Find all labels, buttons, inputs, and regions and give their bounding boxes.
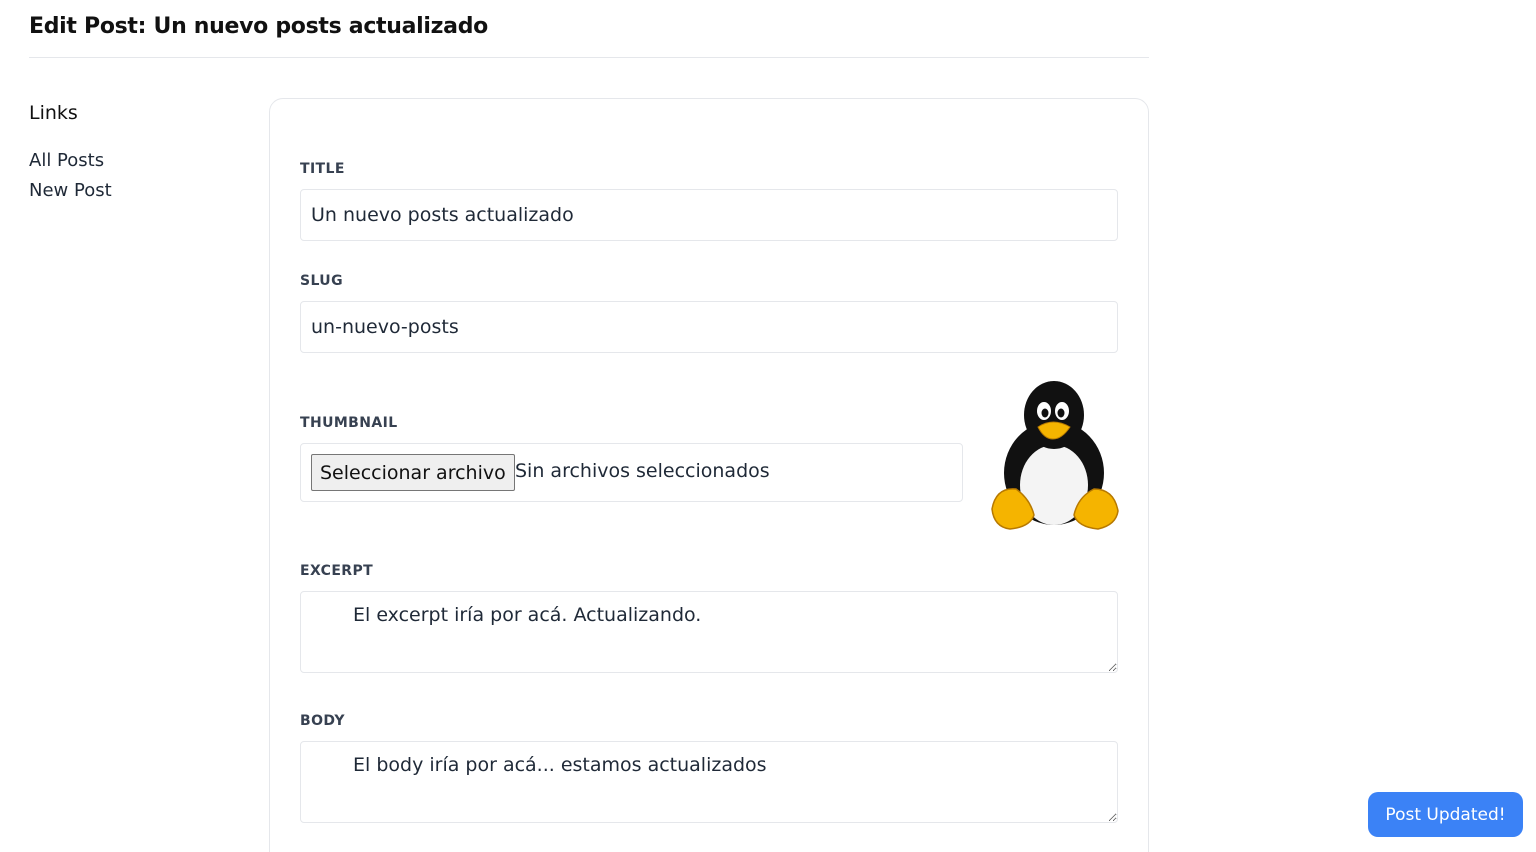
slug-label: SLUG (300, 273, 343, 289)
excerpt-label: EXCERPT (300, 563, 374, 579)
page-header: Edit Post: Un nuevo posts actualizado (29, 0, 1149, 58)
file-status-text: Sin archivos seleccionados (515, 460, 770, 482)
excerpt-textarea[interactable]: El excerpt iría por acá. Actualizando. (300, 591, 1118, 673)
edit-post-form: TITLE SLUG THUMBNAIL Seleccionar archivo… (269, 98, 1149, 852)
title-input[interactable] (300, 189, 1118, 241)
post-updated-toast: Post Updated! (1368, 792, 1523, 837)
sidebar-link-new-post[interactable]: New Post (29, 180, 112, 201)
body-textarea[interactable]: El body iría por acá... estamos actualiz… (300, 741, 1118, 823)
choose-file-button[interactable]: Seleccionar archivo (311, 454, 515, 491)
thumbnail-label: THUMBNAIL (300, 415, 398, 431)
page-title: Edit Post: Un nuevo posts actualizado (29, 14, 488, 39)
thumbnail-file-input[interactable]: Seleccionar archivo Sin archivos selecci… (300, 443, 963, 502)
sidebar-heading: Links (29, 102, 78, 124)
sidebar-link-all-posts[interactable]: All Posts (29, 150, 104, 171)
title-label: TITLE (300, 161, 345, 177)
slug-input[interactable] (300, 301, 1118, 353)
tux-penguin-icon (991, 381, 1119, 530)
body-label: BODY (300, 713, 345, 729)
